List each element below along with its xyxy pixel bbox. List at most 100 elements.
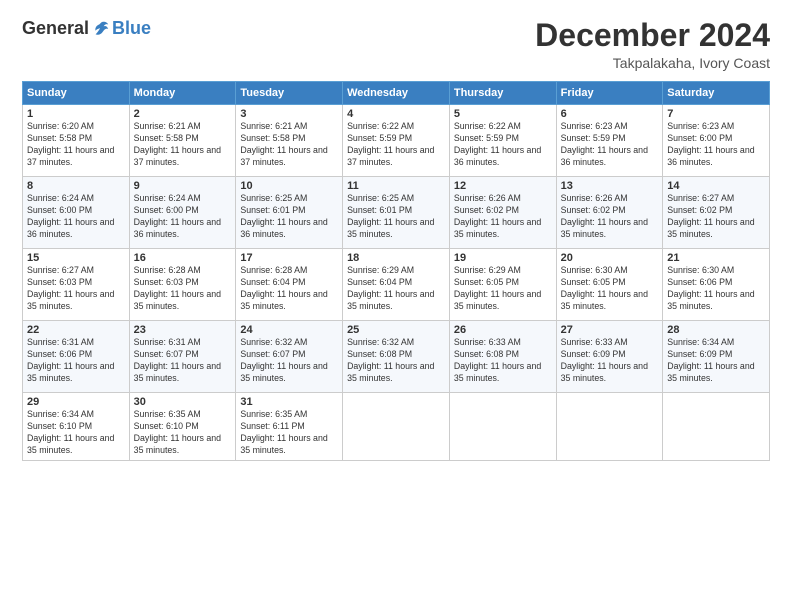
day-number: 7: [667, 108, 765, 120]
day-info: Sunrise: 6:22 AMSunset: 5:59 PMDaylight:…: [454, 121, 541, 167]
day-number: 12: [454, 180, 552, 192]
day-info: Sunrise: 6:32 AMSunset: 6:08 PMDaylight:…: [347, 337, 434, 383]
day-info: Sunrise: 6:35 AMSunset: 6:10 PMDaylight:…: [134, 409, 221, 455]
table-row: 28 Sunrise: 6:34 AMSunset: 6:09 PMDaylig…: [663, 321, 770, 393]
table-row: 2 Sunrise: 6:21 AMSunset: 5:58 PMDayligh…: [129, 105, 236, 177]
table-row: [556, 393, 663, 461]
day-info: Sunrise: 6:34 AMSunset: 6:10 PMDaylight:…: [27, 409, 114, 455]
table-row: 1 Sunrise: 6:20 AMSunset: 5:58 PMDayligh…: [23, 105, 130, 177]
col-thursday: Thursday: [449, 82, 556, 105]
table-row: 12 Sunrise: 6:26 AMSunset: 6:02 PMDaylig…: [449, 177, 556, 249]
table-row: 25 Sunrise: 6:32 AMSunset: 6:08 PMDaylig…: [343, 321, 450, 393]
day-info: Sunrise: 6:24 AMSunset: 6:00 PMDaylight:…: [134, 193, 221, 239]
table-row: 29 Sunrise: 6:34 AMSunset: 6:10 PMDaylig…: [23, 393, 130, 461]
calendar-week-1: 1 Sunrise: 6:20 AMSunset: 5:58 PMDayligh…: [23, 105, 770, 177]
day-info: Sunrise: 6:27 AMSunset: 6:03 PMDaylight:…: [27, 265, 114, 311]
day-number: 4: [347, 108, 445, 120]
table-row: [343, 393, 450, 461]
day-info: Sunrise: 6:21 AMSunset: 5:58 PMDaylight:…: [134, 121, 221, 167]
table-row: 4 Sunrise: 6:22 AMSunset: 5:59 PMDayligh…: [343, 105, 450, 177]
table-row: 21 Sunrise: 6:30 AMSunset: 6:06 PMDaylig…: [663, 249, 770, 321]
day-number: 21: [667, 252, 765, 264]
day-number: 15: [27, 252, 125, 264]
table-row: 17 Sunrise: 6:28 AMSunset: 6:04 PMDaylig…: [236, 249, 343, 321]
day-info: Sunrise: 6:33 AMSunset: 6:09 PMDaylight:…: [561, 337, 648, 383]
subtitle: Takpalakaha, Ivory Coast: [535, 55, 770, 71]
table-row: 8 Sunrise: 6:24 AMSunset: 6:00 PMDayligh…: [23, 177, 130, 249]
col-friday: Friday: [556, 82, 663, 105]
day-info: Sunrise: 6:29 AMSunset: 6:04 PMDaylight:…: [347, 265, 434, 311]
day-info: Sunrise: 6:27 AMSunset: 6:02 PMDaylight:…: [667, 193, 754, 239]
day-number: 9: [134, 180, 232, 192]
day-number: 13: [561, 180, 659, 192]
logo: General Blue: [22, 18, 151, 39]
col-wednesday: Wednesday: [343, 82, 450, 105]
day-number: 23: [134, 324, 232, 336]
day-number: 26: [454, 324, 552, 336]
table-row: 6 Sunrise: 6:23 AMSunset: 5:59 PMDayligh…: [556, 105, 663, 177]
day-number: 16: [134, 252, 232, 264]
table-row: [663, 393, 770, 461]
table-row: 19 Sunrise: 6:29 AMSunset: 6:05 PMDaylig…: [449, 249, 556, 321]
calendar-week-5: 29 Sunrise: 6:34 AMSunset: 6:10 PMDaylig…: [23, 393, 770, 461]
table-row: 5 Sunrise: 6:22 AMSunset: 5:59 PMDayligh…: [449, 105, 556, 177]
day-number: 31: [240, 396, 338, 408]
day-number: 17: [240, 252, 338, 264]
col-saturday: Saturday: [663, 82, 770, 105]
day-info: Sunrise: 6:35 AMSunset: 6:11 PMDaylight:…: [240, 409, 327, 455]
table-row: 7 Sunrise: 6:23 AMSunset: 6:00 PMDayligh…: [663, 105, 770, 177]
col-sunday: Sunday: [23, 82, 130, 105]
table-row: 14 Sunrise: 6:27 AMSunset: 6:02 PMDaylig…: [663, 177, 770, 249]
day-info: Sunrise: 6:33 AMSunset: 6:08 PMDaylight:…: [454, 337, 541, 383]
logo-bird-icon: [92, 20, 110, 38]
day-info: Sunrise: 6:21 AMSunset: 5:58 PMDaylight:…: [240, 121, 327, 167]
day-number: 30: [134, 396, 232, 408]
table-row: 27 Sunrise: 6:33 AMSunset: 6:09 PMDaylig…: [556, 321, 663, 393]
day-info: Sunrise: 6:20 AMSunset: 5:58 PMDaylight:…: [27, 121, 114, 167]
day-number: 10: [240, 180, 338, 192]
table-row: 18 Sunrise: 6:29 AMSunset: 6:04 PMDaylig…: [343, 249, 450, 321]
table-row: 10 Sunrise: 6:25 AMSunset: 6:01 PMDaylig…: [236, 177, 343, 249]
calendar-week-2: 8 Sunrise: 6:24 AMSunset: 6:00 PMDayligh…: [23, 177, 770, 249]
main-title: December 2024: [535, 18, 770, 53]
day-info: Sunrise: 6:24 AMSunset: 6:00 PMDaylight:…: [27, 193, 114, 239]
day-number: 22: [27, 324, 125, 336]
day-number: 19: [454, 252, 552, 264]
col-monday: Monday: [129, 82, 236, 105]
day-number: 27: [561, 324, 659, 336]
day-number: 29: [27, 396, 125, 408]
day-number: 8: [27, 180, 125, 192]
day-info: Sunrise: 6:34 AMSunset: 6:09 PMDaylight:…: [667, 337, 754, 383]
col-tuesday: Tuesday: [236, 82, 343, 105]
day-info: Sunrise: 6:25 AMSunset: 6:01 PMDaylight:…: [347, 193, 434, 239]
table-row: 3 Sunrise: 6:21 AMSunset: 5:58 PMDayligh…: [236, 105, 343, 177]
day-info: Sunrise: 6:29 AMSunset: 6:05 PMDaylight:…: [454, 265, 541, 311]
day-number: 14: [667, 180, 765, 192]
day-number: 3: [240, 108, 338, 120]
day-number: 6: [561, 108, 659, 120]
calendar-week-4: 22 Sunrise: 6:31 AMSunset: 6:06 PMDaylig…: [23, 321, 770, 393]
day-info: Sunrise: 6:23 AMSunset: 5:59 PMDaylight:…: [561, 121, 648, 167]
day-number: 25: [347, 324, 445, 336]
logo-blue-text: Blue: [112, 18, 151, 39]
table-row: 9 Sunrise: 6:24 AMSunset: 6:00 PMDayligh…: [129, 177, 236, 249]
day-info: Sunrise: 6:23 AMSunset: 6:00 PMDaylight:…: [667, 121, 754, 167]
day-number: 11: [347, 180, 445, 192]
day-number: 5: [454, 108, 552, 120]
logo-general-text: General: [22, 18, 89, 39]
day-info: Sunrise: 6:30 AMSunset: 6:05 PMDaylight:…: [561, 265, 648, 311]
table-row: 20 Sunrise: 6:30 AMSunset: 6:05 PMDaylig…: [556, 249, 663, 321]
day-info: Sunrise: 6:28 AMSunset: 6:04 PMDaylight:…: [240, 265, 327, 311]
title-area: December 2024 Takpalakaha, Ivory Coast: [535, 18, 770, 71]
table-row: 30 Sunrise: 6:35 AMSunset: 6:10 PMDaylig…: [129, 393, 236, 461]
table-row: 24 Sunrise: 6:32 AMSunset: 6:07 PMDaylig…: [236, 321, 343, 393]
day-number: 1: [27, 108, 125, 120]
day-number: 24: [240, 324, 338, 336]
day-number: 20: [561, 252, 659, 264]
table-row: 16 Sunrise: 6:28 AMSunset: 6:03 PMDaylig…: [129, 249, 236, 321]
calendar-week-3: 15 Sunrise: 6:27 AMSunset: 6:03 PMDaylig…: [23, 249, 770, 321]
table-row: 15 Sunrise: 6:27 AMSunset: 6:03 PMDaylig…: [23, 249, 130, 321]
day-info: Sunrise: 6:26 AMSunset: 6:02 PMDaylight:…: [561, 193, 648, 239]
table-row: 26 Sunrise: 6:33 AMSunset: 6:08 PMDaylig…: [449, 321, 556, 393]
day-info: Sunrise: 6:26 AMSunset: 6:02 PMDaylight:…: [454, 193, 541, 239]
